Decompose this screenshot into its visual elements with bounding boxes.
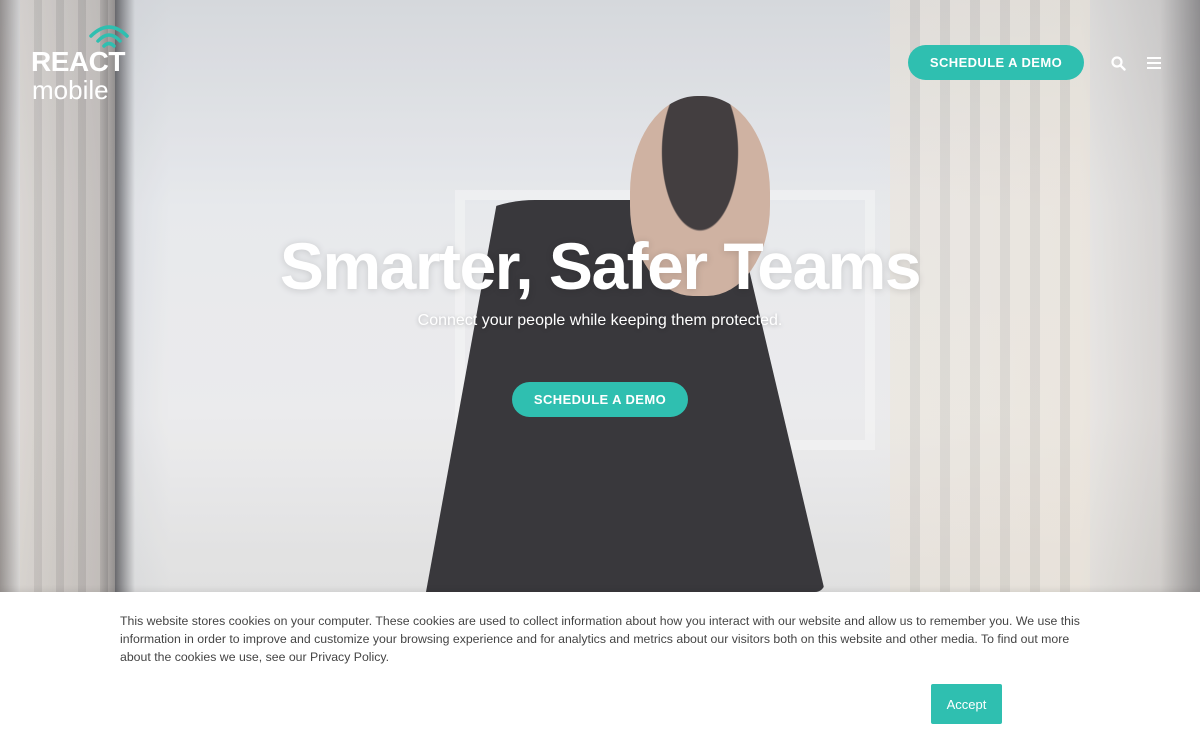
cookie-banner-text: This website stores cookies on your comp… (120, 614, 1080, 664)
search-button[interactable] (1106, 52, 1130, 74)
signal-wave-icon (89, 25, 129, 48)
search-icon (1110, 55, 1126, 71)
logo-text-mobile: mobile (32, 75, 109, 105)
menu-line (1147, 57, 1161, 59)
cookie-accept-button[interactable]: Accept (931, 684, 1002, 724)
logo[interactable]: REACT mobile (31, 22, 131, 104)
header-schedule-demo-button[interactable]: SCHEDULE A DEMO (908, 45, 1084, 80)
hero-subtitle: Connect your people while keeping them p… (417, 312, 783, 329)
menu-line (1147, 62, 1161, 64)
hero-schedule-demo-button[interactable]: SCHEDULE A DEMO (512, 382, 688, 417)
hero-title: Smarter, Safer Teams (279, 229, 922, 303)
menu-line (1147, 67, 1161, 69)
hamburger-menu-icon[interactable] (1143, 53, 1165, 73)
cookie-banner: This website stores cookies on your comp… (0, 592, 1200, 750)
logo-text-react: REACT (31, 46, 125, 77)
hero-section: Smarter, Safer Teams Connect your people… (0, 0, 1200, 592)
